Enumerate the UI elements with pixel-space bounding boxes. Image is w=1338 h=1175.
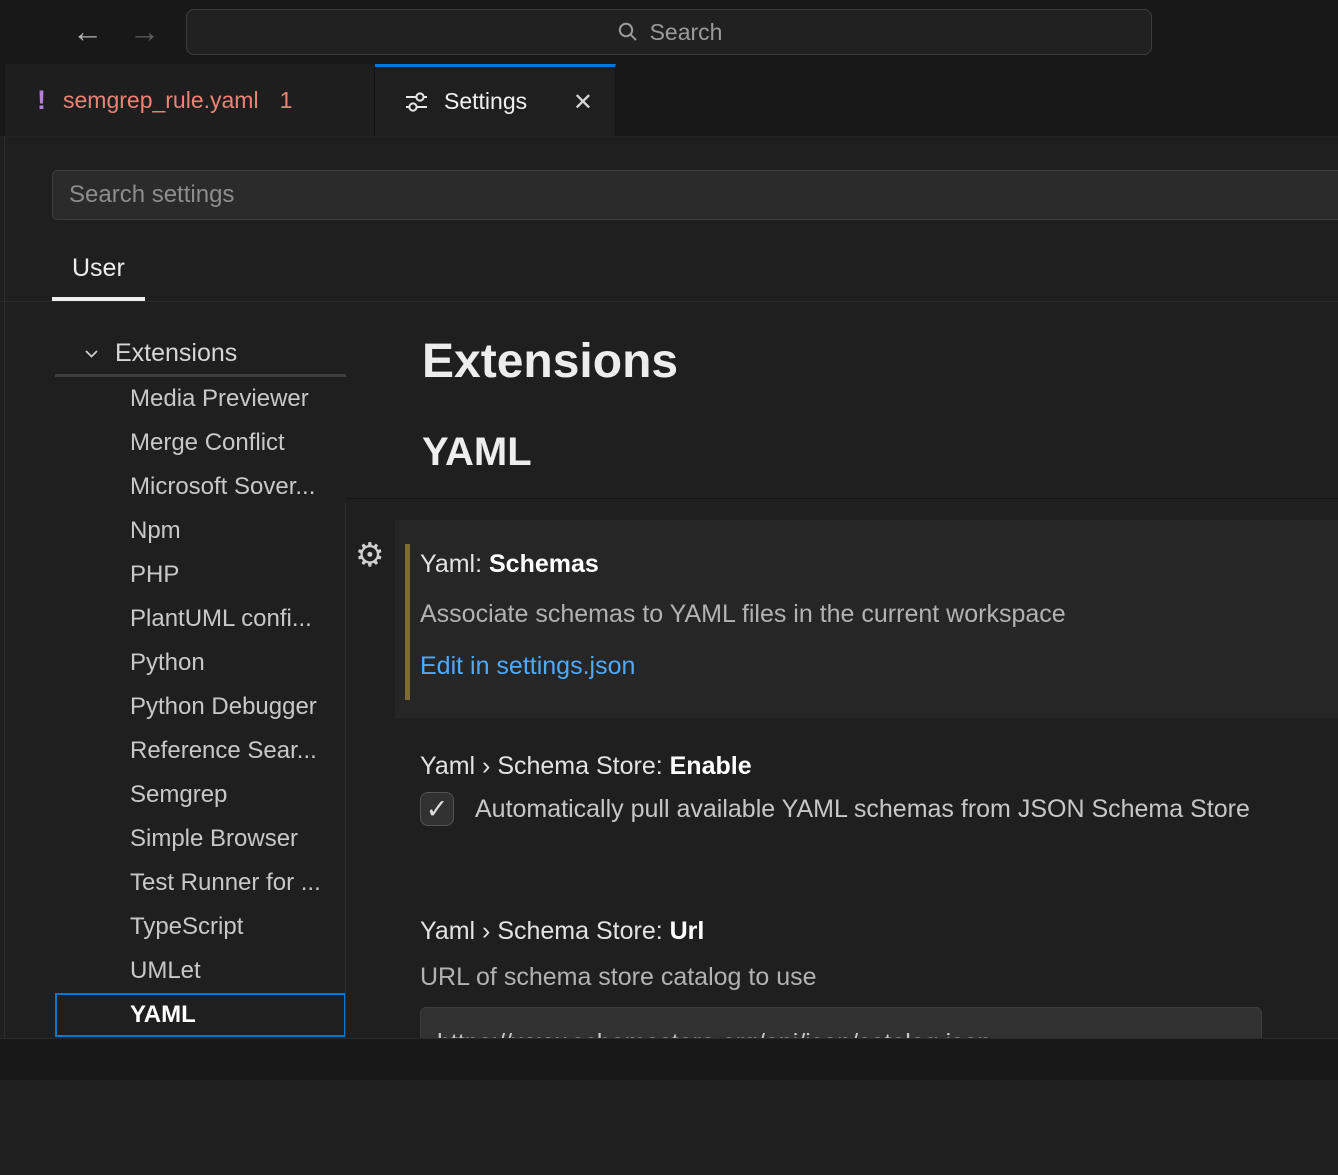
settings-section-heading: YAML <box>422 431 532 473</box>
settings-editor: User Extensions Media Previewer Merge Co… <box>0 137 1338 1038</box>
header-shadow-divider <box>346 498 1338 499</box>
edit-in-settings-json-link[interactable]: Edit in settings.json <box>420 652 635 681</box>
settings-search-input[interactable] <box>52 170 1338 220</box>
toc-item[interactable]: Media Previewer <box>55 377 346 421</box>
toc-item[interactable]: Simple Browser <box>55 817 346 861</box>
toc-root-extensions[interactable]: Extensions <box>55 333 346 377</box>
toc-root-label: Extensions <box>115 339 237 368</box>
setting-title: Yaml › Schema Store: Enable <box>420 752 752 781</box>
tab-semgrep-rule-yaml[interactable]: ! semgrep_rule.yaml 1 <box>5 64 375 136</box>
setting-row-yaml-schemas[interactable]: Yaml: Schemas Associate schemas to YAML … <box>395 520 1338 718</box>
setting-title: Yaml: Schemas <box>420 550 599 579</box>
editor-tabbar: ! semgrep_rule.yaml 1 Settings ✕ <box>0 64 1338 137</box>
settings-sliders-icon <box>403 88 430 115</box>
scope-tab-user[interactable]: User <box>52 240 145 301</box>
settings-category-heading: Extensions <box>422 337 678 387</box>
toc-item[interactable]: Npm <box>55 509 346 553</box>
command-center-search[interactable]: Search <box>186 9 1152 55</box>
chevron-down-icon <box>81 343 102 364</box>
tab-settings[interactable]: Settings ✕ <box>375 64 616 136</box>
toc-item[interactable]: PHP <box>55 553 346 597</box>
tab-settings-label: Settings <box>444 88 527 115</box>
tab-error-count-badge: 1 <box>280 87 293 114</box>
toc-item[interactable]: Reference Sear... <box>55 729 346 773</box>
left-sash[interactable] <box>4 137 5 1038</box>
checkmark-icon: ✓ <box>426 794 449 825</box>
toc-item[interactable]: PlantUML confi... <box>55 597 346 641</box>
toc-splitter-sash[interactable] <box>345 503 346 1038</box>
setting-description: URL of schema store catalog to use <box>420 963 817 992</box>
toc-item[interactable]: UMLet <box>55 949 346 993</box>
tab-file-label: semgrep_rule.yaml <box>63 87 259 114</box>
modified-indicator-bar <box>405 544 410 700</box>
toc-item[interactable]: YAML <box>55 993 346 1037</box>
toc-item[interactable]: Semgrep <box>55 773 346 817</box>
yaml-file-icon: ! <box>37 85 46 116</box>
forward-arrow-icon[interactable]: → <box>129 14 160 50</box>
toc-items: Media Previewer Merge Conflict Microsoft… <box>55 377 346 1037</box>
scope-tab-label: User <box>72 254 125 283</box>
scope-tabs-divider <box>0 301 1338 302</box>
setting-gear-icon[interactable]: ⚙ <box>355 538 385 571</box>
window-bottom-band <box>0 1038 1338 1080</box>
checkbox-description: Automatically pull available YAML schema… <box>475 795 1250 824</box>
toc-item[interactable]: TypeScript <box>55 905 346 949</box>
toc-item[interactable]: Merge Conflict <box>55 421 346 465</box>
setting-title: Yaml › Schema Store: Url <box>420 917 704 946</box>
settings-toc: Extensions Media Previewer Merge Conflic… <box>55 333 346 1037</box>
setting-description: Associate schemas to YAML files in the c… <box>420 600 1066 629</box>
search-icon <box>616 20 640 44</box>
close-tab-icon[interactable]: ✕ <box>573 88 593 116</box>
toc-item[interactable]: Microsoft Sover... <box>55 465 346 509</box>
command-center-search-label: Search <box>650 19 723 46</box>
setting-row-schema-store-enable[interactable]: Yaml › Schema Store: Enable ✓ Automatica… <box>395 740 1338 890</box>
toc-item[interactable]: Python Debugger <box>55 685 346 729</box>
enable-checkbox[interactable]: ✓ <box>420 792 454 826</box>
back-arrow-icon[interactable]: ← <box>72 14 103 50</box>
toc-item[interactable]: Test Runner for ... <box>55 861 346 905</box>
toc-item[interactable]: Python <box>55 641 346 685</box>
titlebar: ← → Search <box>0 0 1338 64</box>
